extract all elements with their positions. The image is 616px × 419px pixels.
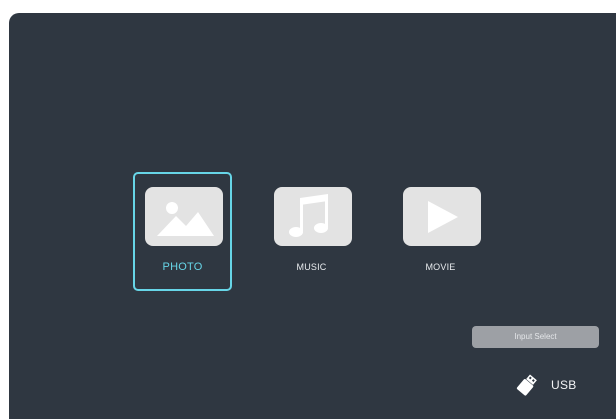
menu-item-label: MOVIE bbox=[425, 262, 456, 272]
usb-label: USB bbox=[551, 378, 577, 392]
input-select-button[interactable]: Input Select bbox=[472, 326, 599, 348]
music-note-icon bbox=[274, 187, 352, 246]
play-icon bbox=[403, 187, 481, 246]
menu-item-label: MUSIC bbox=[296, 262, 327, 272]
usb-source-indicator: USB bbox=[516, 373, 577, 397]
menu-item-movie[interactable]: MOVIE bbox=[391, 172, 490, 291]
photo-icon bbox=[145, 187, 223, 246]
usb-drive-icon bbox=[516, 374, 538, 396]
menu-item-photo[interactable]: PHOTO bbox=[133, 172, 232, 291]
menu-item-label: PHOTO bbox=[162, 261, 203, 273]
menu-item-music[interactable]: MUSIC bbox=[262, 172, 361, 291]
media-player-screen: PHOTO MUSIC MOVIE Input Select USB bbox=[9, 13, 616, 419]
